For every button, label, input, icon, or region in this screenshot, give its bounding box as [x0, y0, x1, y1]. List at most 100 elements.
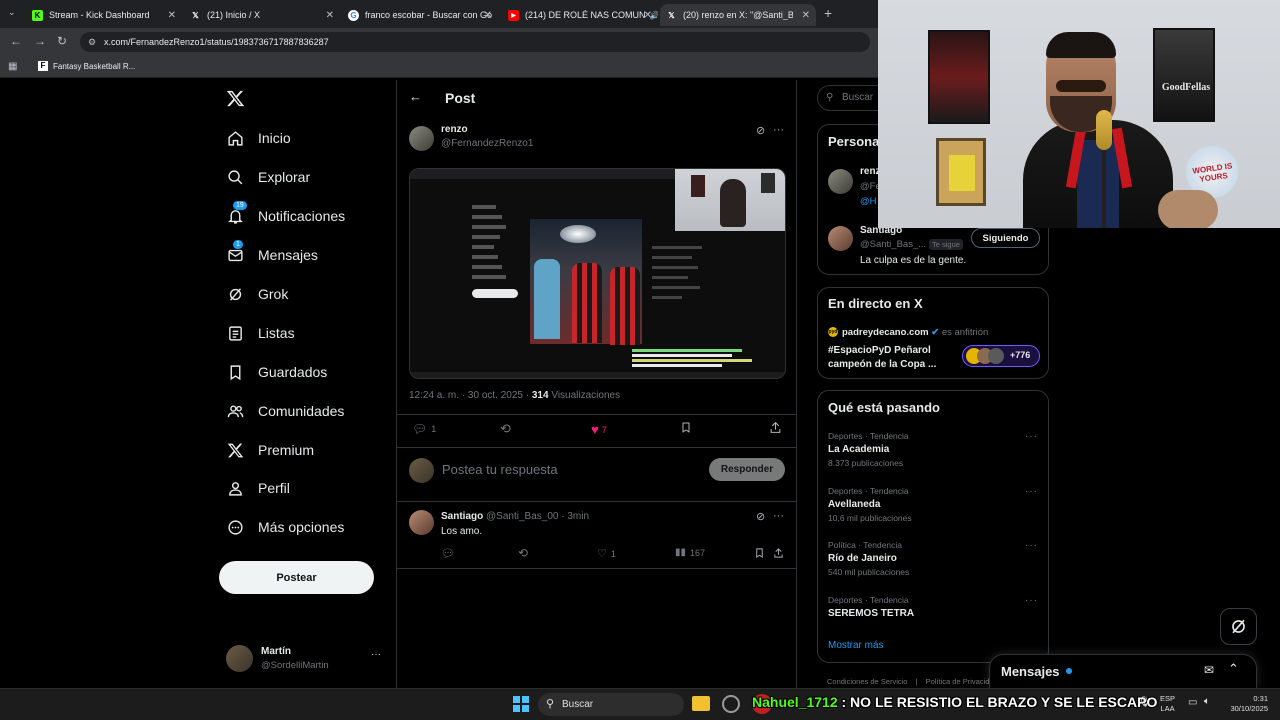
listeners-pill[interactable]: +776	[962, 345, 1040, 367]
post-media-image[interactable]	[409, 168, 786, 379]
host-name[interactable]: padreydecano.com	[842, 327, 929, 338]
more-dots-icon[interactable]: ···	[1025, 486, 1038, 497]
nav-item-inicio[interactable]: Inicio	[226, 129, 291, 147]
nav-label: Premium	[258, 442, 315, 458]
apps-icon[interactable]: ▦	[8, 61, 17, 72]
trend-category: Deportes · Tendencia	[828, 486, 909, 496]
grok-floating-button[interactable]	[1220, 608, 1257, 645]
more-dots-icon[interactable]: ···	[773, 124, 784, 136]
nav-item-explorar[interactable]: Explorar	[226, 168, 310, 186]
bookmark-icon[interactable]	[680, 421, 692, 434]
space-title: #EspacioPyD Peñarol campeón de la Copa .…	[828, 345, 937, 370]
person-bio-link[interactable]: @H	[860, 196, 877, 207]
new-tab-icon[interactable]: +	[824, 5, 832, 21]
expand-icon[interactable]: ⌃	[1228, 661, 1239, 677]
close-icon[interactable]: ✕	[802, 10, 810, 21]
close-icon[interactable]: ✕	[326, 10, 334, 21]
nav-item-comunidades[interactable]: Comunidades	[226, 402, 344, 420]
nav-item-mensajes[interactable]: 1 Mensajes	[226, 240, 318, 264]
reload-icon[interactable]: ↻	[57, 34, 67, 48]
post-button[interactable]: Postear	[219, 561, 374, 594]
tab-list-icon[interactable]: ⌄	[8, 7, 16, 18]
trend-count: 8.373 publicaciones	[828, 458, 904, 468]
app-icon[interactable]	[722, 695, 740, 713]
bookmark-icon[interactable]	[754, 547, 765, 559]
like-action[interactable]: ♡ 1	[597, 547, 616, 560]
browser-tab-x-inicio[interactable]: 𝕏 (21) Inicio / X ✕	[184, 4, 340, 26]
network-icon[interactable]: ▭	[1188, 697, 1197, 708]
new-message-icon[interactable]: ✉	[1204, 663, 1214, 677]
browser-tab-active[interactable]: 𝕏 (20) renzo en X: "@Santi_Bas_0 ✕	[660, 4, 816, 26]
trend-item[interactable]: Deportes · Tendencia La Academia 8.373 p…	[828, 431, 909, 468]
browser-tab-kick[interactable]: K Stream - Kick Dashboard ✕	[26, 4, 182, 26]
browser-tab-youtube[interactable]: ▶ (214) DE ROLÉ NAS COMUN 🔊 ✕	[502, 4, 658, 26]
live-card[interactable]: En directo en X pyd padreydecano.com ✔ e…	[817, 287, 1049, 379]
file-explorer-icon[interactable]	[692, 696, 710, 711]
comment-icon[interactable]: 💬︎	[441, 547, 455, 560]
trend-item[interactable]: Deportes · Tendencia SEREMOS TETRA	[828, 595, 914, 619]
taskbar-search-input[interactable]: ⚲ Buscar	[538, 693, 684, 716]
views-action[interactable]: ▮▮ 167	[675, 547, 705, 558]
close-icon[interactable]: ✕	[168, 10, 176, 21]
nav-item-guardados[interactable]: Guardados	[226, 363, 327, 381]
microphone-icon[interactable]: 🎙︎	[1138, 697, 1151, 708]
share-icon[interactable]	[773, 547, 784, 559]
repost-icon[interactable]: ⟲	[500, 421, 511, 437]
avatar[interactable]	[828, 169, 853, 194]
close-icon[interactable]: ✕	[644, 10, 652, 21]
following-button[interactable]: Siguiendo	[971, 228, 1040, 248]
reply-author-name[interactable]: Santiago	[441, 511, 483, 522]
nav-label: Inicio	[258, 130, 291, 146]
nav-item-mas-opciones[interactable]: Más opciones	[226, 518, 344, 536]
show-more-link[interactable]: Mostrar más	[828, 640, 884, 651]
nav-item-perfil[interactable]: Perfil	[226, 479, 290, 497]
more-dots-icon[interactable]: ···	[1025, 595, 1038, 606]
more-dots-icon[interactable]: ···	[1025, 431, 1038, 442]
author-handle[interactable]: @FernandezRenzo1	[441, 138, 533, 149]
clock[interactable]: 0:31 30/10/2025	[1226, 694, 1268, 714]
grok-icon[interactable]: ⊘	[756, 510, 765, 523]
home-icon	[226, 129, 244, 147]
windows-start-icon[interactable]	[513, 696, 529, 712]
site-info-icon[interactable]: ⚙	[88, 32, 96, 52]
reply-count: 1	[431, 424, 437, 434]
trend-item[interactable]: Política · Tendencia Río de Janeiro 540 …	[828, 540, 909, 577]
grok-icon[interactable]: ⊘	[756, 124, 765, 137]
nav-item-listas[interactable]: Listas	[226, 324, 295, 342]
more-dots-icon[interactable]: ···	[1025, 540, 1038, 551]
messages-drawer[interactable]: Mensajes ✉ ⌃	[989, 654, 1257, 688]
reply-action[interactable]: 💬︎ 1	[412, 422, 436, 436]
like-action[interactable]: ♥ 7	[591, 422, 607, 437]
footer-link[interactable]: Política de Privacidad	[926, 677, 998, 686]
more-dots-icon[interactable]: ···	[371, 649, 381, 660]
author-name[interactable]: renzo	[441, 124, 468, 135]
x-home-logo[interactable]	[226, 89, 245, 113]
browser-tab-google[interactable]: G franco escobar - Buscar con Go ✕	[342, 4, 498, 26]
close-icon[interactable]: ✕	[484, 10, 492, 21]
nav-item-grok[interactable]: Grok	[226, 285, 288, 303]
nav-item-notificaciones[interactable]: 19 Notificaciones	[226, 201, 345, 225]
reply-post[interactable]: Santiago @Santi_Bas_00 · 3min Los amo. ⊘…	[397, 502, 796, 568]
volume-icon[interactable]: 🔈︎	[1204, 696, 1210, 707]
account-switcher[interactable]: Martín @SordelliMartin ···	[226, 645, 386, 673]
more-dots-icon[interactable]: ···	[773, 510, 784, 522]
forward-icon[interactable]: →	[34, 34, 46, 48]
nav-item-premium[interactable]: Premium	[226, 441, 314, 459]
share-icon[interactable]	[769, 421, 782, 434]
trend-item[interactable]: Deportes · Tendencia Avellaneda 10,6 mil…	[828, 486, 912, 523]
repost-icon[interactable]: ⟲	[518, 546, 528, 560]
url-text: x.com/FernandezRenzo1/status/19837367178…	[104, 37, 329, 47]
avatar[interactable]	[828, 226, 853, 251]
reply-input[interactable]: Postea tu respuesta	[442, 462, 558, 477]
back-icon[interactable]: ←	[10, 34, 22, 48]
post-timestamp[interactable]: 12:24 a. m. · 30 oct. 2025 ·	[409, 390, 532, 401]
back-arrow-icon[interactable]: ←	[409, 89, 422, 104]
reply-button[interactable]: Responder	[709, 458, 785, 481]
footer-link[interactable]: Condiciones de Servicio	[827, 677, 907, 686]
avatar[interactable]	[409, 510, 434, 535]
search-placeholder: Buscar	[842, 92, 874, 103]
language-indicator[interactable]: ESP LAA	[1160, 694, 1175, 714]
bookmark-item[interactable]: F Fantasy Basketball R...	[38, 61, 135, 71]
url-input[interactable]: ⚙ x.com/FernandezRenzo1/status/198373671…	[80, 32, 870, 52]
avatar[interactable]	[409, 126, 434, 151]
